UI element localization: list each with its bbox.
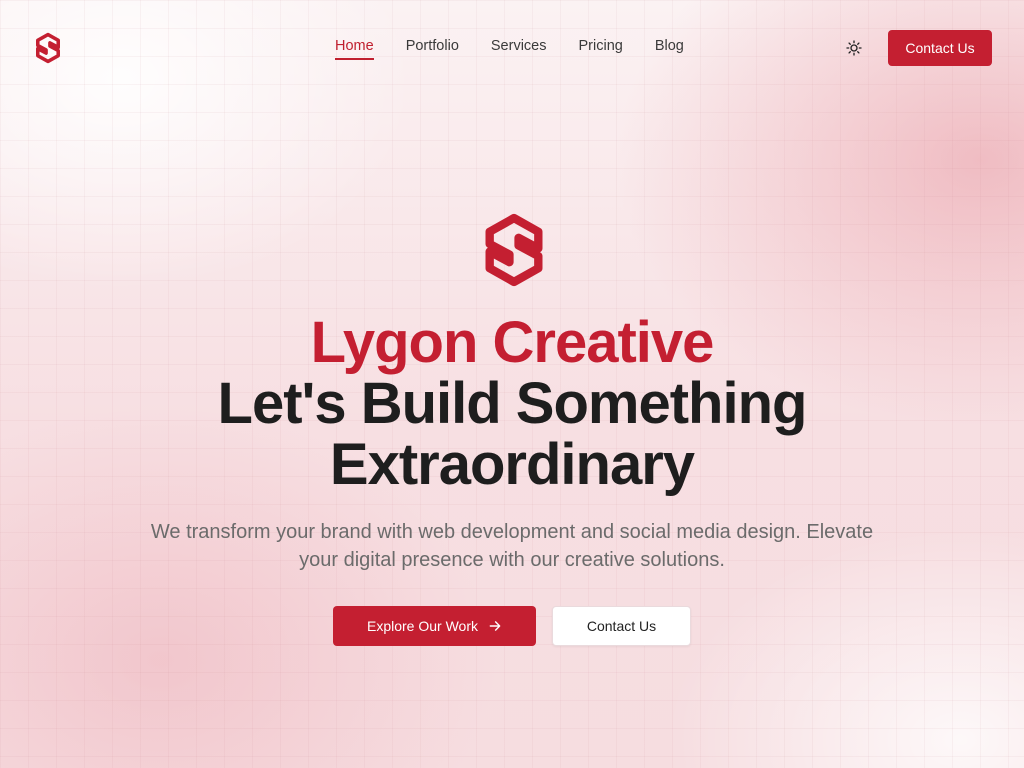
arrow-right-icon — [489, 621, 501, 631]
main-nav: Home Portfolio Services Pricing Blog — [335, 38, 684, 60]
nav-link-services[interactable]: Services — [491, 38, 547, 60]
lygon-logo-icon[interactable] — [32, 32, 64, 64]
nav-contact-button[interactable]: Contact Us — [888, 30, 992, 66]
hero-contact-button[interactable]: Contact Us — [552, 606, 691, 646]
hero-title: Lygon Creative Let's Build Something Ext… — [0, 312, 1024, 495]
brand-name: Lygon Creative — [310, 310, 715, 375]
navbar: Home Portfolio Services Pricing Blog Con… — [0, 0, 1024, 96]
hero-subtitle: We transform your brand with web develop… — [150, 521, 874, 571]
sun-icon — [846, 40, 862, 56]
explore-work-button[interactable]: Explore Our Work — [333, 606, 536, 646]
theme-toggle-button[interactable] — [842, 36, 866, 60]
lygon-logo-icon — [485, 213, 543, 287]
nav-link-pricing[interactable]: Pricing — [579, 38, 623, 60]
nav-link-portfolio[interactable]: Portfolio — [406, 38, 459, 60]
nav-link-blog[interactable]: Blog — [655, 38, 684, 60]
hero-headline: Let's Build Something Extraordinary — [217, 371, 808, 497]
nav-link-home[interactable]: Home — [335, 38, 374, 60]
explore-work-label: Explore Our Work — [367, 618, 478, 634]
